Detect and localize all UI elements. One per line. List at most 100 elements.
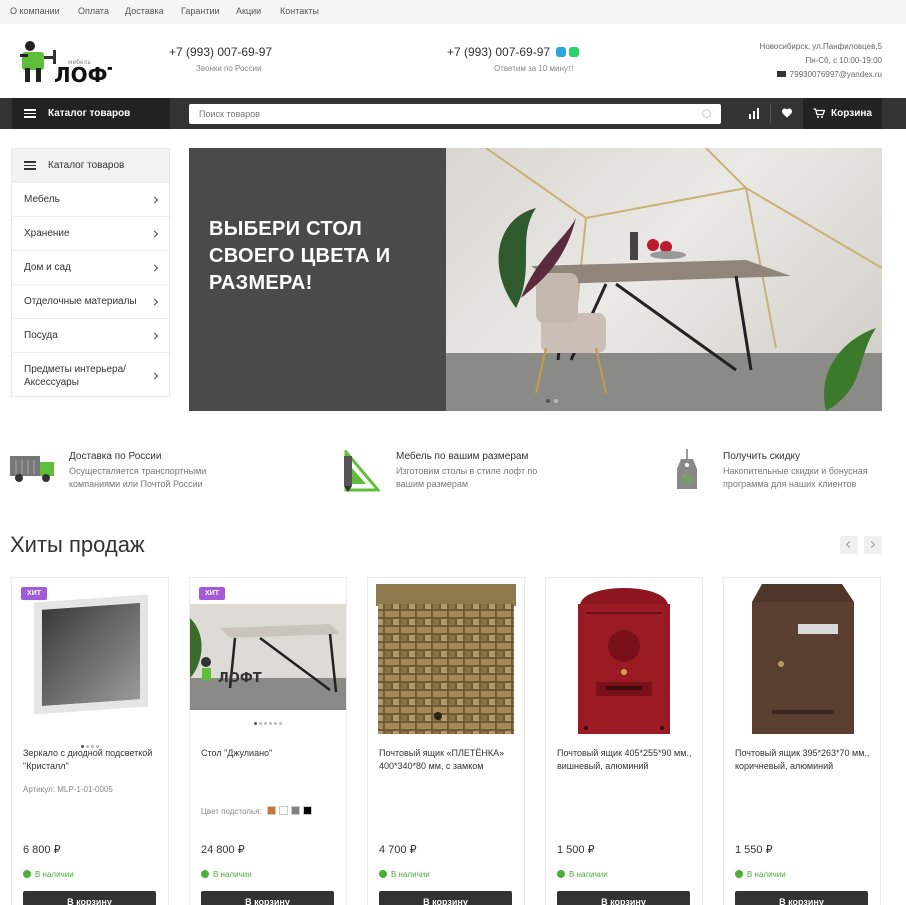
add-to-cart-button[interactable]: В корзину xyxy=(379,891,512,905)
phone-messenger-number[interactable]: +7 (993) 007-69-97 xyxy=(447,45,550,59)
stock-status: В наличии xyxy=(23,870,74,879)
sidebar-catalog: Каталог товаров Мебель Хранение Дом и са… xyxy=(11,148,170,397)
product-name[interactable]: Почтовый ящик 405*255*90 мм., вишневый, … xyxy=(557,747,697,773)
product-price: 24 800 ₽ xyxy=(201,844,245,856)
site-logo[interactable]: мебель ЛОФТ xyxy=(16,34,121,88)
compare-icon[interactable] xyxy=(748,107,760,122)
ruler-pencil-icon xyxy=(342,447,382,495)
sidebar-item-label: Посуда xyxy=(24,330,58,341)
cart-button[interactable]: Корзина xyxy=(803,98,882,129)
check-icon xyxy=(201,870,209,878)
cart-icon xyxy=(813,108,826,118)
product-name[interactable]: Зеркало с диодной подсветкой "Кристалл" xyxy=(23,747,163,773)
product-card[interactable]: ХИТ Зеркало с диодной подсветкой "Криста… xyxy=(11,577,169,905)
check-icon xyxy=(735,870,743,878)
search-input[interactable] xyxy=(199,109,679,119)
catalog-button-label: Каталог товаров xyxy=(48,108,131,119)
nav-link-delivery[interactable]: Доставка xyxy=(125,6,164,16)
chevron-right-icon xyxy=(867,540,876,549)
swatch-orange[interactable] xyxy=(266,806,276,815)
store-email-text[interactable]: 79930076997@yandex.ru xyxy=(790,70,882,79)
color-label: Цвет подстолья: xyxy=(201,807,262,816)
sidebar-item-finishing[interactable]: Отделочные материалы xyxy=(12,284,169,318)
svg-text:ЛОФТ: ЛОФТ xyxy=(218,671,262,686)
sidebar-title: Каталог товаров xyxy=(48,160,125,171)
add-to-cart-button[interactable]: В корзину xyxy=(23,891,156,905)
hit-badge: ХИТ xyxy=(199,587,225,600)
chevron-right-icon xyxy=(150,372,159,380)
swatch-gray[interactable] xyxy=(290,806,300,815)
stock-status: В наличии xyxy=(201,870,252,879)
sidebar-item-furniture[interactable]: Мебель xyxy=(12,182,169,216)
product-card[interactable]: ЛОФТ ХИТ Стол "Джулиано" Цвет подстолья:… xyxy=(189,577,347,905)
search-icon[interactable] xyxy=(702,109,711,118)
stock-status: В наличии xyxy=(735,870,786,879)
product-image-wicker-mailbox[interactable] xyxy=(368,578,524,736)
product-price: 6 800 ₽ xyxy=(23,844,61,856)
stock-status: В наличии xyxy=(379,870,430,879)
product-image-brown-mailbox[interactable] xyxy=(724,578,880,736)
product-card[interactable]: Почтовый ящик 395*263*70 мм., коричневый… xyxy=(723,577,881,905)
product-card[interactable]: Почтовый ящик «ПЛЕТЁНКА» 400*340*80 мм, … xyxy=(367,577,525,905)
catalog-button[interactable]: Каталог товаров xyxy=(12,98,170,129)
stock-status-label: В наличии xyxy=(747,870,786,879)
product-image-mirror[interactable] xyxy=(12,578,168,748)
swatch-black[interactable] xyxy=(302,806,312,815)
add-to-cart-button[interactable]: В корзину xyxy=(557,891,690,905)
feature-delivery-title: Доставка по России xyxy=(69,451,162,462)
phone-messenger-sub: Ответим за 10 минут! xyxy=(494,64,574,73)
heart-icon[interactable] xyxy=(781,107,793,122)
product-name[interactable]: Почтовый ящик «ПЛЕТЁНКА» 400*340*80 мм, … xyxy=(379,747,519,773)
sidebar-item-label: Мебель xyxy=(24,194,60,205)
feature-discount-title: Получить скидку xyxy=(723,451,801,462)
menu-icon xyxy=(24,161,36,170)
stock-status-label: В наличии xyxy=(569,870,608,879)
product-price: 1 500 ₽ xyxy=(557,844,595,856)
add-to-cart-button[interactable]: В корзину xyxy=(735,891,868,905)
chevron-right-icon xyxy=(150,229,159,238)
phone-primary-sub: Звонки по России xyxy=(196,64,262,73)
nav-link-payment[interactable]: Оплата xyxy=(78,6,109,16)
product-name[interactable]: Почтовый ящик 395*263*70 мм., коричневый… xyxy=(735,747,875,773)
sidebar-item-interior[interactable]: Предметы интерьера/ Аксессуары xyxy=(12,352,169,399)
carousel-next-button[interactable] xyxy=(864,536,882,554)
product-price: 1 550 ₽ xyxy=(735,844,773,856)
product-image-red-mailbox[interactable] xyxy=(546,578,702,736)
product-card[interactable]: Почтовый ящик 405*255*90 мм., вишневый, … xyxy=(545,577,703,905)
store-email[interactable]: 79930076997@yandex.ru xyxy=(776,70,882,79)
nav-link-guarantees[interactable]: Гарантии xyxy=(181,6,220,16)
banner-image xyxy=(446,148,882,411)
phone-messenger[interactable]: +7 (993) 007-69-97 xyxy=(447,45,580,59)
stock-status: В наличии xyxy=(557,870,608,879)
nav-link-about[interactable]: О компании xyxy=(10,6,60,16)
hit-badge: ХИТ xyxy=(21,587,47,600)
sidebar-header[interactable]: Каталог товаров xyxy=(12,149,169,182)
carousel-prev-button[interactable] xyxy=(840,536,858,554)
sidebar-item-storage[interactable]: Хранение xyxy=(12,216,169,250)
swatch-white[interactable] xyxy=(278,806,288,815)
telegram-icon[interactable] xyxy=(556,47,567,57)
promo-banner[interactable]: ВЫБЕРИ СТОЛ СВОЕГО ЦВЕТА И РАЗМЕРА! xyxy=(189,148,882,411)
nav-link-promotions[interactable]: Акции xyxy=(236,6,261,16)
banner-title: ВЫБЕРИ СТОЛ СВОЕГО ЦВЕТА И РАЗМЕРА! xyxy=(209,218,391,294)
sidebar-item-tableware[interactable]: Посуда xyxy=(12,318,169,352)
phone-primary[interactable]: +7 (993) 007-69-97 xyxy=(169,45,272,59)
toolbar-divider xyxy=(770,104,771,123)
sidebar-item-label: Предметы интерьера/ Аксессуары xyxy=(24,364,126,388)
add-to-cart-button[interactable]: В корзину xyxy=(201,891,334,905)
sidebar-item-home-garden[interactable]: Дом и сад xyxy=(12,250,169,284)
sidebar-item-label: Дом и сад xyxy=(24,262,71,273)
whatsapp-icon[interactable] xyxy=(569,47,580,57)
chevron-right-icon xyxy=(150,297,159,306)
truck-icon xyxy=(10,452,56,487)
section-title-hits: Хиты продаж xyxy=(10,532,145,557)
feature-delivery-desc: Осуществляется транспортными компаниями … xyxy=(69,466,207,489)
product-image-table[interactable]: ЛОФТ xyxy=(190,578,346,736)
mail-icon xyxy=(776,71,786,77)
check-icon xyxy=(23,870,31,878)
product-name[interactable]: Стол "Джулиано" xyxy=(201,747,341,760)
search-box[interactable] xyxy=(189,104,721,124)
banner-pagination[interactable] xyxy=(544,394,560,406)
nav-link-contacts[interactable]: Контакты xyxy=(280,6,319,16)
feature-discount-desc: Накопительные скидки и бонусная программ… xyxy=(723,466,868,489)
